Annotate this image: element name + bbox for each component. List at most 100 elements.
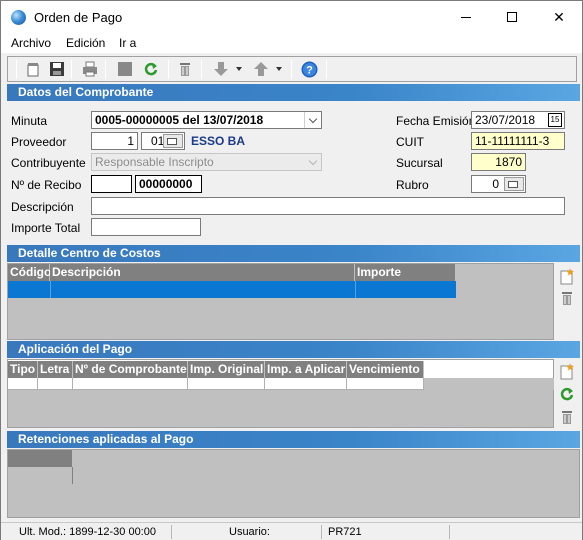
table-cell[interactable] xyxy=(347,378,424,390)
close-button[interactable]: ✕ xyxy=(536,1,582,33)
aplicacion-grid-body xyxy=(7,388,554,428)
table-row-selected[interactable] xyxy=(8,281,456,298)
help-button[interactable]: ? xyxy=(300,60,318,78)
toolbar-separator xyxy=(201,60,202,79)
refresh-button[interactable] xyxy=(142,60,160,78)
proveedor-sub-field[interactable]: 01 xyxy=(141,132,185,150)
delete-button[interactable] xyxy=(176,60,194,78)
rubro-lookup-button[interactable] xyxy=(504,177,524,191)
help-icon: ? xyxy=(301,61,317,77)
toolbar-separator xyxy=(16,60,17,79)
add-application-button[interactable] xyxy=(556,361,578,381)
aplicacion-grid[interactable]: Tipo Letra Nº de Comprobante Imp. Origin… xyxy=(7,359,554,390)
costos-grid[interactable]: Código Descripción Importe xyxy=(7,263,554,340)
chevron-down-icon[interactable] xyxy=(236,67,242,71)
importe-total-field[interactable] xyxy=(91,218,201,236)
menu-ir-a[interactable]: Ir a xyxy=(119,36,136,50)
menu-edicion[interactable]: Edición xyxy=(66,36,105,50)
contribuyente-value: Responsable Inscripto xyxy=(95,155,214,169)
retenciones-grid[interactable] xyxy=(7,449,580,518)
table-cell[interactable] xyxy=(38,378,73,390)
move-up-button[interactable] xyxy=(252,60,270,78)
globe-icon xyxy=(11,10,26,25)
delete-cost-button[interactable] xyxy=(556,288,578,308)
move-down-button[interactable] xyxy=(212,60,230,78)
stop-button[interactable] xyxy=(116,60,134,78)
chevron-down-icon xyxy=(308,156,317,165)
chevron-down-icon[interactable] xyxy=(276,67,282,71)
stop-icon xyxy=(118,62,132,76)
table-cell[interactable] xyxy=(8,378,38,390)
grid-header-imp-aplicar[interactable]: Imp. a Aplicar xyxy=(265,361,347,378)
recibo-prefix-field[interactable] xyxy=(91,175,132,193)
print-button[interactable] xyxy=(81,60,99,78)
status-separator xyxy=(171,525,172,539)
cuit-field[interactable]: 11-11111111-3 xyxy=(471,132,565,150)
grid-header-descripcion[interactable]: Descripción xyxy=(50,264,355,281)
importe-total-label: Importe Total xyxy=(11,221,81,235)
section-retenciones: Retenciones aplicadas al Pago xyxy=(7,431,580,448)
status-code: PR721 xyxy=(328,526,362,538)
delete-application-button[interactable] xyxy=(556,407,578,427)
sucursal-field[interactable]: 1870 xyxy=(471,153,526,171)
recibo-number-field[interactable]: 00000000 xyxy=(135,175,202,193)
grid-header-letra[interactable]: Letra xyxy=(38,361,73,378)
menu-archivo[interactable]: Archivo xyxy=(11,36,51,50)
minuta-combo[interactable]: 0005-00000005 del 13/07/2018 xyxy=(91,111,322,129)
section-detalle-costos: Detalle Centro de Costos xyxy=(7,245,580,262)
save-button[interactable] xyxy=(48,60,66,78)
toolbar-separator xyxy=(105,60,106,79)
table-cell[interactable] xyxy=(188,378,265,390)
grid-header-tipo[interactable]: Tipo xyxy=(8,361,38,378)
toolbar-separator xyxy=(71,60,72,79)
svg-text:?: ? xyxy=(306,64,313,76)
new-doc-button[interactable] xyxy=(24,60,42,78)
table-cell[interactable] xyxy=(73,378,188,390)
sucursal-label: Sucursal xyxy=(396,156,443,170)
toolbar-separator xyxy=(326,60,327,79)
add-cost-button[interactable] xyxy=(556,266,578,286)
status-separator xyxy=(449,525,450,539)
grid-header-imp-original[interactable]: Imp. Original xyxy=(188,361,265,378)
new-doc-icon xyxy=(27,63,39,77)
table-cell[interactable] xyxy=(265,378,347,390)
contribuyente-combo: Responsable Inscripto xyxy=(91,153,322,171)
fecha-emision-field[interactable]: 23/07/2018 15 xyxy=(471,111,565,129)
proveedor-lookup-button[interactable] xyxy=(163,134,183,148)
arrow-down-icon xyxy=(214,62,228,76)
calendar-icon[interactable]: 15 xyxy=(548,113,562,127)
descripcion-field[interactable] xyxy=(91,197,565,215)
status-usuario: Usuario: xyxy=(229,526,270,538)
section-datos-comprobante: Datos del Comprobante xyxy=(7,84,580,101)
toolbar-separator xyxy=(291,60,292,79)
table-row[interactable] xyxy=(8,378,424,390)
contribuyente-dropdown-button xyxy=(304,154,321,170)
minuta-dropdown-button[interactable] xyxy=(304,112,321,128)
minimize-button[interactable] xyxy=(443,1,489,33)
refresh-application-button[interactable] xyxy=(556,384,578,404)
cuit-label: CUIT xyxy=(396,135,424,149)
proveedor-code-field[interactable]: 1 xyxy=(91,132,138,150)
grid-header-importe[interactable]: Importe xyxy=(355,264,456,281)
status-last-modified: Ult. Mod.: 1899-12-30 00:00 xyxy=(19,526,156,538)
grid-header-blank[interactable] xyxy=(8,450,73,467)
grid-header-codigo[interactable]: Código xyxy=(8,264,51,281)
toolbar-separator xyxy=(168,60,169,79)
maximize-button[interactable] xyxy=(489,1,535,33)
trash-icon xyxy=(562,411,572,424)
rubro-field[interactable]: 0 xyxy=(471,175,526,193)
rubro-value: 0 xyxy=(492,177,499,191)
grid-header-comprobante[interactable]: Nº de Comprobante xyxy=(73,361,188,378)
status-separator xyxy=(321,525,322,539)
arrow-up-icon xyxy=(254,62,268,76)
add-row-icon xyxy=(560,268,574,285)
fecha-emision-label: Fecha Emisión xyxy=(396,114,476,128)
toolbar: ? xyxy=(7,56,577,82)
proveedor-name: ESSO BA xyxy=(191,134,246,148)
grid-header-vencimiento[interactable]: Vencimiento xyxy=(347,361,424,378)
recibo-label: Nº de Recibo xyxy=(11,178,82,192)
title-bar: Orden de Pago ✕ xyxy=(1,1,582,33)
print-icon xyxy=(83,61,97,77)
maximize-icon xyxy=(507,12,517,22)
fecha-emision-value: 23/07/2018 xyxy=(475,113,536,127)
